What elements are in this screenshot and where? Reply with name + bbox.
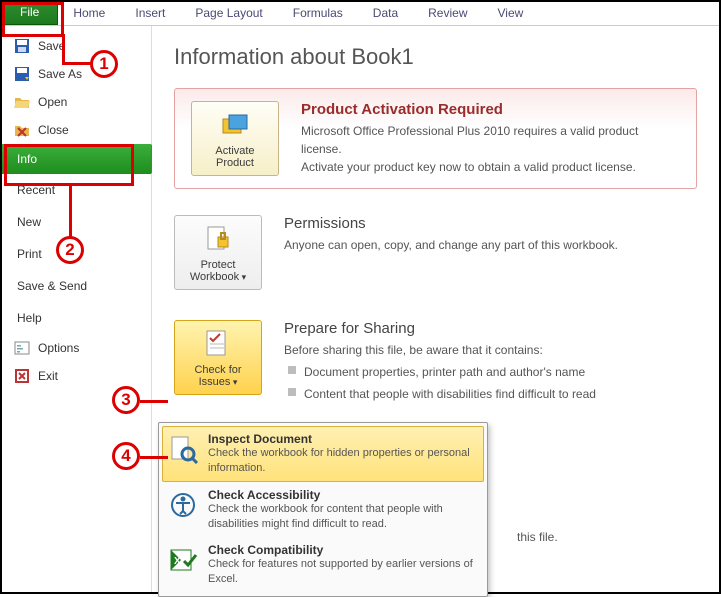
activation-title: Product Activation Required <box>301 101 680 118</box>
button-label: Protect Workbook <box>179 259 257 283</box>
protect-workbook-button[interactable]: Protect Workbook <box>174 215 262 290</box>
nav-label: Close <box>38 123 69 137</box>
permissions-title: Permissions <box>284 215 697 232</box>
nav-open[interactable]: Open <box>2 88 151 116</box>
activation-line1: Microsoft Office Professional Plus 2010 … <box>301 124 638 156</box>
menu-item-title: Inspect Document <box>208 432 478 446</box>
activate-product-button[interactable]: Activate Product <box>191 101 279 176</box>
annotation-line-2 <box>69 186 72 238</box>
annotation-line-1 <box>62 34 65 64</box>
activation-panel: Activate Product Product Activation Requ… <box>174 88 697 189</box>
backstage-nav: Save Save As Open Close Info Recent <box>2 26 152 592</box>
activation-line2: Activate your product key now to obtain … <box>301 160 636 174</box>
menu-check-compatibility[interactable]: X Check Compatibility Check for features… <box>162 537 484 593</box>
menu-item-desc: Check for features not supported by earl… <box>208 557 478 587</box>
page-title: Information about Book1 <box>174 44 697 70</box>
save-icon <box>14 38 30 54</box>
accessibility-icon <box>168 490 198 520</box>
permissions-body: Anyone can open, copy, and change any pa… <box>284 236 697 254</box>
button-label: Activate Product <box>196 145 274 169</box>
compatibility-icon: X <box>168 545 198 575</box>
annotation-line-1b <box>62 62 92 65</box>
annotation-marker-4: 4 <box>112 442 140 470</box>
button-label: Check for Issues <box>179 364 257 388</box>
annotation-marker-2: 2 <box>56 236 84 264</box>
prepare-lead: Before sharing this file, be aware that … <box>284 343 543 357</box>
nav-label: Options <box>38 341 79 355</box>
check-issues-menu: Inspect Document Check the workbook for … <box>158 422 488 597</box>
nav-help[interactable]: Help <box>2 302 151 334</box>
nav-label: New <box>17 215 41 229</box>
nav-new[interactable]: New <box>2 206 151 238</box>
prepare-sharing-section: Check for Issues Prepare for Sharing Bef… <box>174 320 697 407</box>
tab-review[interactable]: Review <box>413 2 482 25</box>
nav-label: Print <box>17 247 42 261</box>
tab-data[interactable]: Data <box>358 2 413 25</box>
protect-icon <box>202 223 234 255</box>
annotation-box-file <box>2 2 64 37</box>
prepare-title: Prepare for Sharing <box>284 320 697 337</box>
ribbon-tabs: File Home Insert Page Layout Formulas Da… <box>2 2 719 26</box>
annotation-line-4 <box>140 456 168 459</box>
nav-label: Help <box>17 311 42 325</box>
annotation-marker-1: 1 <box>90 50 118 78</box>
tab-view[interactable]: View <box>483 2 539 25</box>
permissions-section: Protect Workbook Permissions Anyone can … <box>174 215 697 290</box>
tab-insert[interactable]: Insert <box>120 2 180 25</box>
activate-icon <box>219 109 251 141</box>
menu-check-accessibility[interactable]: Check Accessibility Check the workbook f… <box>162 482 484 538</box>
menu-item-title: Check Compatibility <box>208 543 478 557</box>
menu-item-desc: Check the workbook for content that peop… <box>208 502 478 532</box>
check-for-issues-button[interactable]: Check for Issues <box>174 320 262 395</box>
menu-item-desc: Check the workbook for hidden properties… <box>208 446 478 476</box>
check-issues-icon <box>202 328 234 360</box>
nav-save-send[interactable]: Save & Send <box>2 270 151 302</box>
annotation-marker-3: 3 <box>112 386 140 414</box>
nav-label: Open <box>38 95 67 109</box>
prepare-item-2: Content that people with disabilities fi… <box>284 385 697 403</box>
options-icon <box>14 340 30 356</box>
exit-icon <box>14 368 30 384</box>
inspect-document-icon <box>168 434 198 464</box>
svg-text:X: X <box>174 556 181 567</box>
prepare-item-1: Document properties, printer path and au… <box>284 363 697 381</box>
nav-close[interactable]: Close <box>2 116 151 144</box>
versions-trailing-text: this file. <box>517 530 558 544</box>
close-icon <box>14 122 30 138</box>
menu-item-title: Check Accessibility <box>208 488 478 502</box>
open-icon <box>14 94 30 110</box>
nav-label: Exit <box>38 369 58 383</box>
nav-options[interactable]: Options <box>2 334 151 362</box>
tab-page-layout[interactable]: Page Layout <box>180 2 277 25</box>
annotation-line-3 <box>140 400 168 403</box>
tab-home[interactable]: Home <box>58 2 120 25</box>
annotation-box-info <box>4 144 134 186</box>
menu-inspect-document[interactable]: Inspect Document Check the workbook for … <box>162 426 484 482</box>
save-as-icon <box>14 66 30 82</box>
tab-formulas[interactable]: Formulas <box>278 2 358 25</box>
nav-label: Save As <box>38 67 82 81</box>
nav-label: Save & Send <box>17 279 87 293</box>
backstage-content: Information about Book1 Activate Product… <box>152 26 719 592</box>
